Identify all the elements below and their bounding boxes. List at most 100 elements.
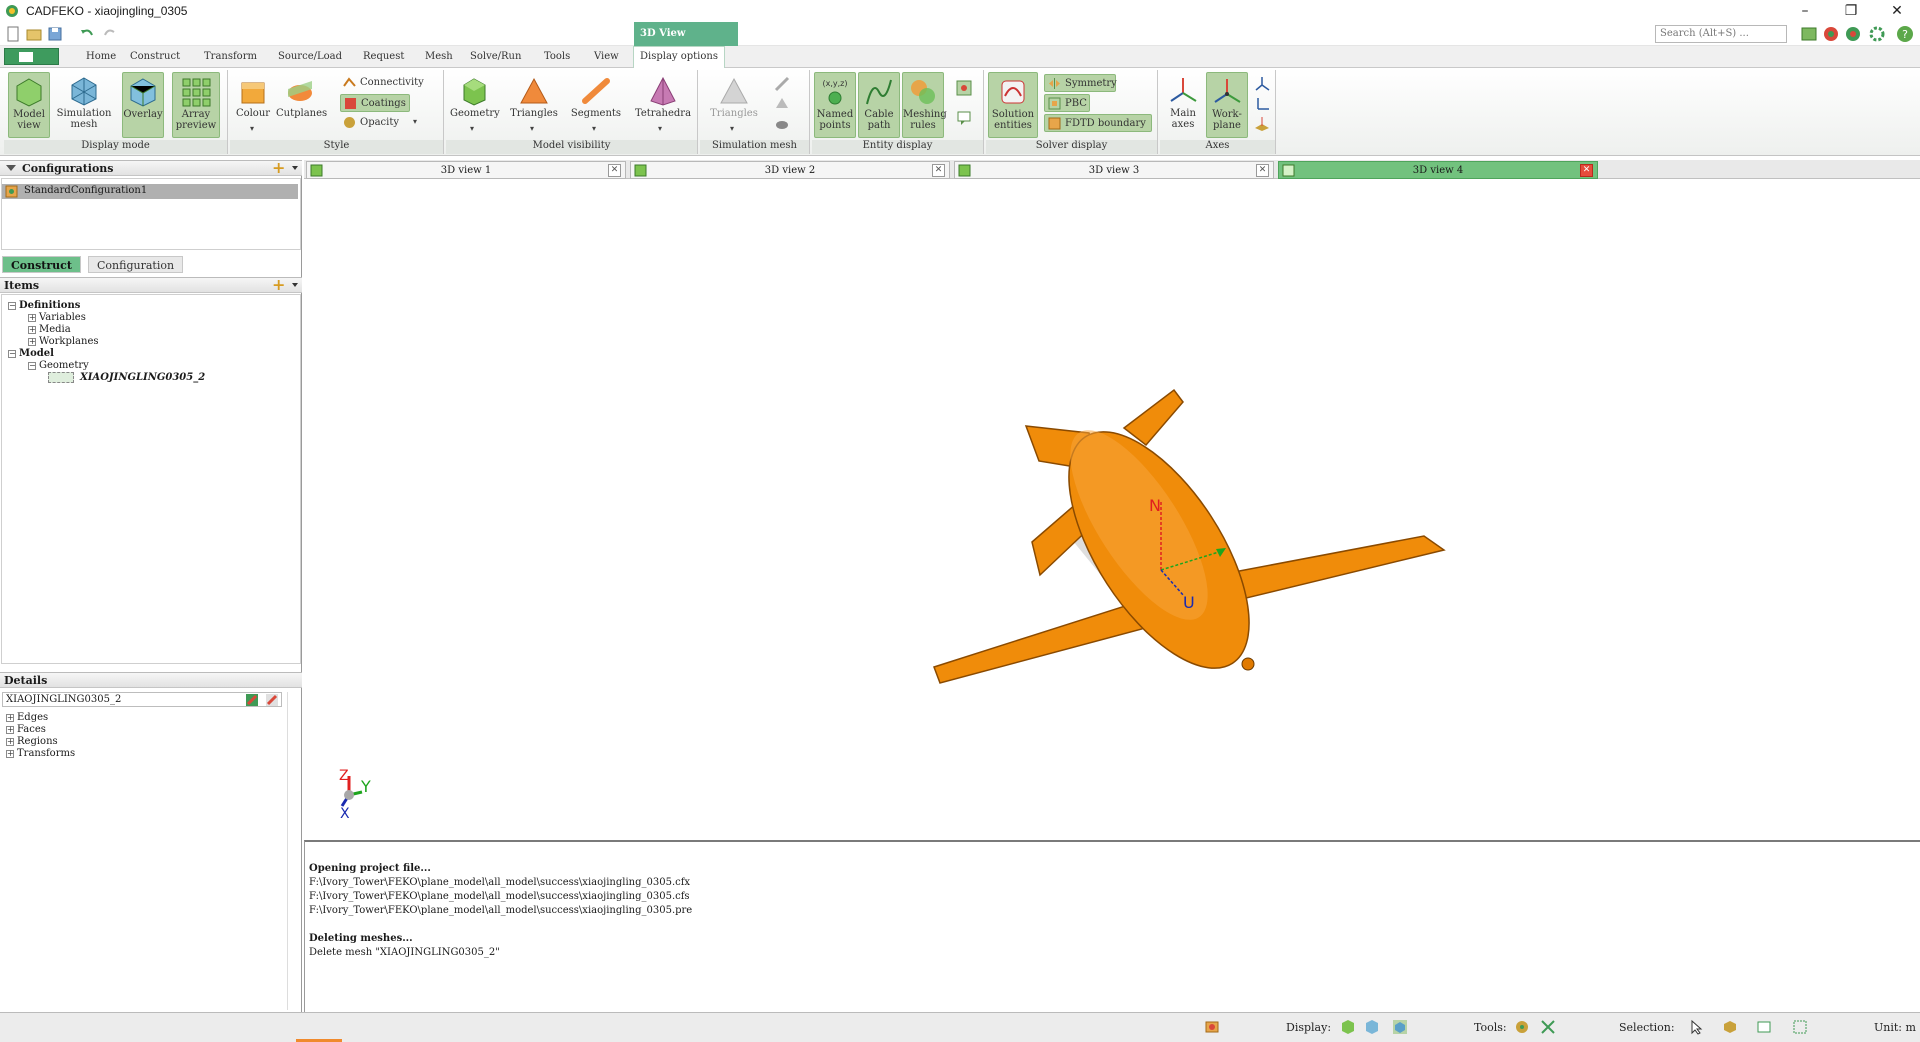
tab-3d-view-4[interactable]: 3D view 4 ✕ [1278, 161, 1598, 179]
details-scrollbar[interactable] [287, 692, 299, 1010]
tab-mesh[interactable]: Mesh [419, 49, 459, 64]
close-tab-icon[interactable]: ✕ [1256, 164, 1269, 177]
coatings-button[interactable]: Coatings [340, 94, 410, 112]
display-wire-icon[interactable] [1364, 1019, 1380, 1035]
tetrahedra-button[interactable]: Tetrahedra [632, 72, 694, 138]
connectivity-button[interactable]: Connectivity [340, 74, 440, 92]
add-item-icon[interactable]: + [272, 277, 286, 293]
cable-path-button[interactable]: Cable path [858, 72, 900, 138]
restore-icon[interactable]: ❐ [1828, 0, 1874, 22]
tab-view[interactable]: View [588, 49, 625, 64]
tree-item[interactable]: − Geometry [28, 360, 89, 372]
expand-icon[interactable]: + [6, 713, 14, 722]
edit-icon[interactable] [245, 693, 259, 707]
minimize-icon[interactable]: – [1782, 0, 1828, 22]
display-solid-icon[interactable] [1340, 1019, 1356, 1035]
tab-construct-panel[interactable]: Construct [2, 256, 81, 273]
tab-configuration-panel[interactable]: Configuration [88, 256, 184, 273]
symmetry-button[interactable]: Symmetry [1044, 74, 1117, 92]
tetrahedra-dropdown-icon[interactable]: ▾ [658, 124, 662, 133]
details-item[interactable]: + Transforms [6, 748, 75, 760]
ports-icon[interactable] [956, 80, 972, 96]
named-points-button[interactable]: (x,y,z) Named points [814, 72, 856, 138]
tree-item[interactable]: − Definitions [8, 300, 80, 312]
help-icon[interactable]: ? [1896, 25, 1914, 43]
redo-icon[interactable] [102, 26, 118, 42]
sim-triangles-dropdown-icon[interactable]: ▾ [730, 124, 734, 133]
open-folder-icon[interactable] [26, 26, 42, 42]
overlay-button[interactable]: Overlay [122, 72, 164, 138]
opacity-dropdown-icon[interactable]: ▾ [413, 117, 417, 126]
layout-icon[interactable] [1800, 25, 1818, 43]
model-view-button[interactable]: Model view [8, 72, 50, 138]
close-tab-icon[interactable]: ✕ [608, 164, 621, 177]
close-tab-icon[interactable]: ✕ [1580, 164, 1593, 177]
segments-dropdown-icon[interactable]: ▾ [592, 124, 596, 133]
tree-item[interactable]: + Media [28, 324, 71, 336]
tree-item[interactable]: XIAOJINGLING0305_2 [48, 372, 205, 384]
postfeko-launch-icon[interactable] [1822, 25, 1840, 43]
sim-surface-icon[interactable] [774, 96, 790, 112]
3d-viewport[interactable]: N U Z Y X [304, 180, 1920, 838]
triangles-dropdown-icon[interactable]: ▾ [530, 124, 534, 133]
tree-item[interactable]: − Model [8, 348, 54, 360]
selection-part-icon[interactable] [1722, 1019, 1738, 1035]
annotation-icon[interactable] [956, 110, 972, 126]
tab-3d-view-1[interactable]: 3D view 1 ✕ [306, 161, 626, 179]
edit-properties-icon[interactable] [265, 693, 279, 707]
save-icon[interactable] [47, 26, 63, 42]
editfeko-launch-icon[interactable] [1844, 25, 1862, 43]
opacity-button[interactable]: Opacity [340, 114, 420, 132]
cutplanes-button[interactable]: Cutplanes [276, 72, 327, 138]
tab-transform[interactable]: Transform [198, 49, 263, 64]
axes-triad-icon[interactable] [1254, 96, 1270, 112]
selection-box-icon[interactable] [1792, 1019, 1808, 1035]
sim-segments-icon[interactable] [774, 76, 790, 92]
axes-option-icon[interactable] [1254, 76, 1270, 92]
main-axes-button[interactable]: Main axes [1162, 72, 1204, 138]
tools-measure-icon[interactable] [1514, 1019, 1530, 1035]
settings-gear-icon[interactable] [1868, 25, 1886, 43]
details-item[interactable]: + Faces [6, 724, 46, 736]
close-tab-icon[interactable]: ✕ [932, 164, 945, 177]
configuration-item[interactable]: StandardConfiguration1 [2, 184, 298, 199]
collapse-icon[interactable]: − [8, 301, 16, 310]
expand-icon[interactable]: + [6, 725, 14, 734]
display-overlay-icon[interactable] [1392, 1019, 1408, 1035]
geometry-dropdown-icon[interactable]: ▾ [470, 124, 474, 133]
details-item[interactable]: + Edges [6, 712, 48, 724]
chevron-down-icon[interactable] [292, 166, 298, 170]
selection-pointer-icon[interactable] [1688, 1019, 1704, 1035]
application-menu-button[interactable] [4, 48, 59, 65]
collapse-icon[interactable]: − [8, 349, 16, 358]
tab-home[interactable]: Home [80, 49, 122, 64]
meshing-rules-button[interactable]: Meshing rules [902, 72, 947, 138]
expand-icon[interactable]: + [28, 313, 36, 322]
close-icon[interactable]: ✕ [1874, 0, 1920, 22]
tab-request[interactable]: Request [357, 49, 410, 64]
solution-entities-button[interactable]: Solution entities [988, 72, 1038, 138]
3d-scene[interactable]: N U Z Y X [304, 180, 1920, 838]
chevron-down-icon[interactable] [292, 283, 298, 287]
expand-icon[interactable]: + [6, 749, 14, 758]
expand-icon[interactable]: + [28, 325, 36, 334]
mouse-interaction-icon[interactable] [1204, 1019, 1220, 1035]
tools-snap-icon[interactable] [1540, 1019, 1556, 1035]
pbc-button[interactable]: PBC [1044, 94, 1090, 112]
tab-display-options[interactable]: Display options [633, 46, 725, 68]
tab-tools[interactable]: Tools [538, 49, 576, 64]
details-item[interactable]: + Regions [6, 736, 58, 748]
collapse-icon[interactable] [6, 165, 16, 171]
fdtd-boundary-button[interactable]: FDTD boundary [1044, 114, 1152, 132]
tree-item[interactable]: + Variables [28, 312, 86, 324]
tab-construct[interactable]: Construct [124, 49, 186, 64]
axes-plane-icon[interactable] [1254, 116, 1270, 132]
search-input[interactable]: Search (Alt+S) ... [1655, 25, 1787, 43]
tab-3d-view-2[interactable]: 3D view 2 ✕ [630, 161, 950, 179]
work-plane-button[interactable]: Work-plane [1206, 72, 1248, 138]
tab-source-load[interactable]: Source/Load [272, 49, 348, 64]
sim-volume-icon[interactable] [774, 116, 790, 132]
array-preview-button[interactable]: Array preview [172, 72, 220, 138]
tree-item[interactable]: + Workplanes [28, 336, 99, 348]
expand-icon[interactable]: + [6, 737, 14, 746]
